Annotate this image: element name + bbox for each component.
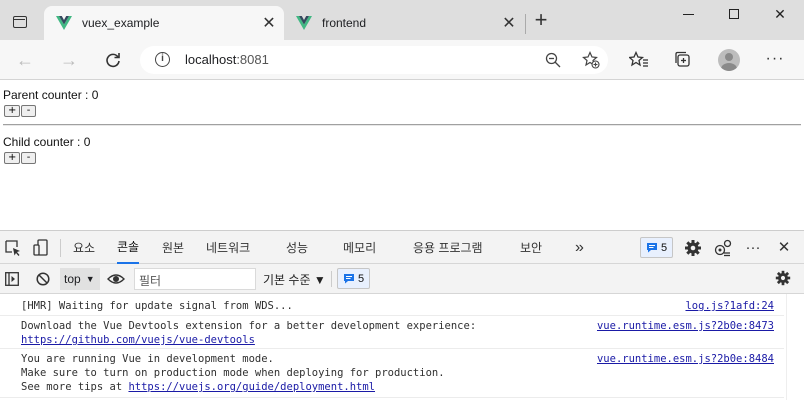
vue-logo-icon (296, 16, 312, 30)
devtools-more-icon[interactable]: ··· (743, 238, 763, 258)
child-counter-label: Child counter : 0 (3, 135, 91, 149)
message-text: [HMR] Waiting for update signal from WDS… (21, 300, 293, 312)
parent-counter-label: Parent counter : 0 (3, 88, 99, 102)
tab-frontend[interactable]: frontend ✕ (284, 6, 524, 40)
issues-badge[interactable]: 5 (640, 237, 674, 258)
message-source-link[interactable]: vue.runtime.esm.js?2b0e:8484 (597, 353, 774, 365)
close-devtools-icon[interactable]: ✕ (774, 238, 794, 258)
device-toolbar-icon[interactable] (31, 238, 51, 258)
divider (3, 124, 801, 126)
favorites-icon[interactable] (629, 51, 649, 69)
tab-performance[interactable]: 성능 (286, 231, 308, 264)
message-text: See more tips at https://vuejs.org/guide… (21, 381, 375, 393)
tips-text: See more tips at (21, 381, 129, 393)
settings-gear-icon[interactable] (683, 238, 703, 258)
back-button[interactable]: ← (13, 48, 37, 72)
close-icon[interactable]: ✕ (500, 14, 518, 32)
more-tabs-button[interactable]: » (575, 231, 584, 264)
tab-network[interactable]: 네트워크 (206, 231, 250, 264)
connected-devices-icon[interactable] (713, 238, 733, 258)
child-increment-button[interactable]: + (4, 152, 21, 164)
vue-logo-icon (56, 16, 72, 30)
refresh-icon (106, 53, 120, 68)
navigation-bar: ← → i localhost:8081 ··· (0, 40, 804, 80)
page-content: Parent counter : 0 + - Child counter : 0… (0, 80, 804, 230)
deployment-link[interactable]: https://vuejs.org/guide/deployment.html (128, 381, 375, 393)
add-favorite-icon[interactable] (582, 51, 600, 69)
console-scrollbar[interactable] (786, 294, 804, 400)
info-icon[interactable]: i (155, 52, 170, 67)
close-window-button[interactable]: ✕ (770, 4, 790, 24)
console-settings-icon[interactable] (774, 269, 792, 287)
tab-actions-icon[interactable] (13, 16, 27, 28)
inspect-element-icon[interactable] (3, 238, 23, 258)
url-text[interactable]: localhost:8081 (185, 52, 269, 67)
title-bar: vuex_example ✕ frontend ✕ + ✕ (0, 0, 804, 40)
close-icon[interactable]: ✕ (260, 14, 278, 32)
console-message: [HMR] Waiting for update signal from WDS… (0, 296, 784, 316)
child-decrement-button[interactable]: - (21, 152, 36, 164)
forward-button[interactable]: → (57, 48, 81, 72)
toolbar-separator (60, 239, 61, 257)
minimize-button[interactable] (678, 4, 698, 24)
message-text: You are running Vue in development mode. (21, 353, 274, 365)
tab-console[interactable]: 콘솔 (117, 231, 140, 264)
tab-vuex-example[interactable]: vuex_example ✕ (44, 6, 284, 40)
devtools-link[interactable]: https://github.com/vuejs/vue-devtools (21, 334, 255, 346)
tab-application[interactable]: 응용 프로그램 (413, 231, 483, 264)
message-source-link[interactable]: log.js?1afd:24 (685, 300, 774, 312)
tab-divider (525, 14, 526, 34)
show-sidebar-icon[interactable] (5, 272, 19, 286)
profile-avatar[interactable] (718, 49, 740, 71)
new-tab-button[interactable]: + (530, 8, 552, 32)
toolbar-separator (331, 271, 332, 287)
issues-count: 5 (661, 241, 668, 254)
tab-sources[interactable]: 원본 (162, 231, 184, 264)
filter-input[interactable]: 필터 (134, 268, 256, 290)
clear-console-icon[interactable] (36, 272, 50, 286)
zoom-out-icon[interactable] (545, 52, 561, 68)
console-toolbar: top ▼ 필터 기본 수준 ▼ 5 (0, 264, 804, 294)
context-selector[interactable]: top ▼ (60, 268, 100, 290)
message-icon (344, 274, 354, 284)
tab-elements[interactable]: 요소 (73, 231, 95, 264)
message-count: 5 (358, 272, 365, 285)
tab-security[interactable]: 보안 (520, 231, 542, 264)
refresh-button[interactable] (101, 48, 125, 72)
eye-icon[interactable] (107, 272, 125, 286)
console-message: You are running Vue in development mode.… (0, 350, 784, 398)
devtools-toolbar: 요소 콘솔 원본 네트워크 성능 메모리 응용 프로그램 보안 » 5 ··· … (0, 230, 804, 264)
context-value: top (64, 272, 81, 286)
message-text: Make sure to turn on production mode whe… (21, 367, 445, 379)
tab-title: vuex_example (82, 16, 160, 30)
address-bar[interactable]: i localhost:8081 (140, 46, 608, 74)
maximize-button[interactable] (724, 4, 744, 24)
parent-decrement-button[interactable]: - (21, 105, 36, 117)
url-port: :8081 (236, 52, 269, 67)
dropdown-arrow-icon: ▼ (85, 274, 95, 284)
log-level-selector[interactable]: 기본 수준 ▼ (263, 271, 326, 288)
parent-increment-button[interactable]: + (4, 105, 21, 117)
tab-memory[interactable]: 메모리 (343, 231, 376, 264)
console-message: Download the Vue Devtools extension for … (0, 317, 784, 349)
message-icon (647, 243, 657, 253)
message-source-link[interactable]: vue.runtime.esm.js?2b0e:8473 (597, 320, 774, 332)
collections-icon[interactable] (674, 51, 692, 69)
more-menu-icon[interactable]: ··· (764, 48, 786, 70)
message-text: Download the Vue Devtools extension for … (21, 320, 477, 332)
url-host: localhost (185, 52, 237, 67)
tab-title: frontend (322, 16, 367, 30)
message-count-badge[interactable]: 5 (337, 268, 371, 289)
